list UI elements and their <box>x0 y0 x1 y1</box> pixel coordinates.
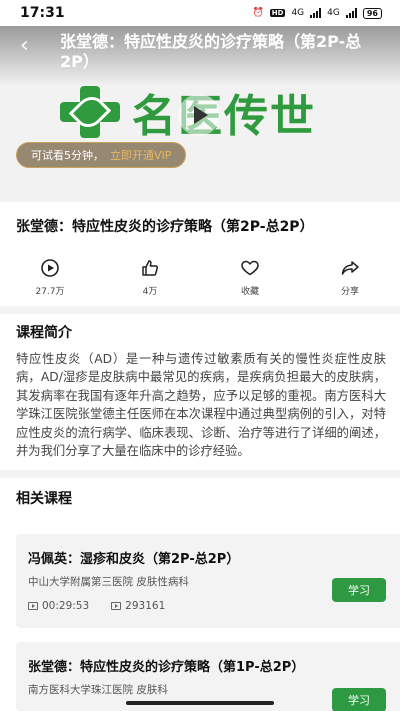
duration-value: 00:29:53 <box>42 600 90 612</box>
related-heading: 相关课程 <box>16 491 72 507</box>
video-player[interactable]: ‹ 张堂德：特应性皮炎的诊疗策略（第2P-总2P） 名医传世 可试看5分钟， 立… <box>0 26 400 202</box>
course-title: 张堂德：特应性皮炎的诊疗策略（第2P-总2P） <box>16 219 314 235</box>
heart-icon <box>241 260 259 276</box>
views-value: 293161 <box>125 600 166 612</box>
share-icon <box>341 261 359 275</box>
section-divider <box>0 306 400 314</box>
status-icons: ⏰ HD 4G 4G 96 <box>252 7 382 19</box>
related-course-org: 中山大学附属第三医院 皮肤性病科 <box>28 576 189 588</box>
views-item: 293161 <box>111 600 165 612</box>
share-label: 分享 <box>340 287 359 297</box>
trial-notice: 可试看5分钟， 立即开通VIP <box>16 142 187 168</box>
signal-icon <box>310 8 322 18</box>
play-count-button[interactable]: 27.7万 <box>0 258 100 302</box>
related-course-meta: 00:29:53 293161 <box>28 600 165 612</box>
status-bar: 17:31 ⏰ HD 4G 4G 96 <box>0 0 400 26</box>
related-course-card[interactable]: 冯佩英：湿疹和皮炎（第2P-总2P） 中山大学附属第三医院 皮肤性病科 00:2… <box>16 534 400 628</box>
play-count-label: 27.7万 <box>35 287 65 297</box>
favorite-button[interactable]: 收藏 <box>200 258 300 302</box>
like-button[interactable]: 4万 <box>100 258 200 302</box>
share-button[interactable]: 分享 <box>300 258 400 302</box>
thumbs-up-icon <box>142 260 159 276</box>
video-overlay-title: 张堂德：特应性皮炎的诊疗策略（第2P-总2P） <box>60 32 362 71</box>
favorite-label: 收藏 <box>240 287 259 297</box>
battery-indicator: 96 <box>362 7 382 19</box>
alarm-icon: ⏰ <box>252 8 264 18</box>
intro-heading: 课程简介 <box>16 325 72 341</box>
related-course-title: 冯佩英：湿疹和皮炎（第2P-总2P） <box>28 552 240 567</box>
related-course-org: 南方医科大学珠江医院 皮肤科 <box>28 684 168 696</box>
network-label-1: 4G <box>291 8 305 18</box>
study-button[interactable]: 学习 <box>332 688 386 711</box>
study-button[interactable]: 学习 <box>332 578 386 602</box>
logo-text: 名医传世 <box>132 91 316 142</box>
home-indicator[interactable] <box>126 701 274 705</box>
play-circle-icon <box>41 259 59 277</box>
trial-text: 可试看5分钟， <box>31 149 104 162</box>
medical-cross-logo-icon <box>58 84 122 140</box>
network-label-2: 4G <box>327 8 340 18</box>
open-vip-link[interactable]: 立即开通VIP <box>110 147 171 163</box>
hd-badge: HD <box>269 9 286 17</box>
section-divider <box>0 470 400 478</box>
action-bar: 27.7万 4万 收藏 分享 <box>0 258 400 302</box>
signal-icon-2 <box>345 8 357 18</box>
play-count-icon <box>111 602 122 610</box>
back-arrow-icon[interactable]: ‹ <box>20 35 42 58</box>
play-button[interactable] <box>178 94 220 136</box>
video-duration-icon <box>28 602 38 610</box>
like-count-label: 4万 <box>142 287 158 297</box>
duration-item: 00:29:53 <box>28 600 89 612</box>
related-course-title: 张堂德：特应性皮炎的诊疗策略（第1P-总2P） <box>28 660 305 675</box>
status-time: 17:31 <box>20 5 65 21</box>
intro-text: 特应性皮炎（AD）是一种与遗传过敏素质有关的慢性炎症性皮肤病，AD/湿疹是皮肤病… <box>16 352 386 459</box>
play-icon <box>194 106 208 124</box>
